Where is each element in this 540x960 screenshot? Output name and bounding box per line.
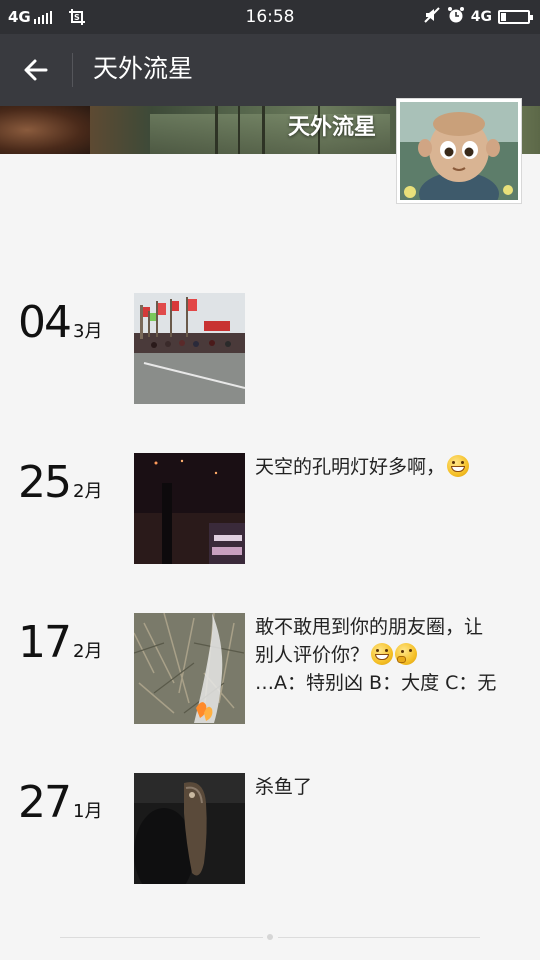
post-thumbnail[interactable]: [134, 773, 245, 884]
status-bar: 4G S 16:58 4G: [0, 0, 540, 34]
footer-divider-left: [60, 937, 263, 938]
post-month: 2月: [73, 481, 103, 502]
grin-emoji: [447, 455, 470, 477]
back-button[interactable]: [14, 50, 58, 90]
post-thumbnail[interactable]: [134, 453, 245, 564]
post-text-line: 天空的孔明灯好多啊，: [255, 456, 446, 478]
battery-icon: [498, 10, 533, 24]
thinking-emoji: [395, 643, 418, 665]
post-text-line: 杀鱼了: [255, 776, 313, 798]
footer-divider-right: [278, 937, 480, 938]
post-month: 1月: [73, 801, 103, 822]
mute-icon: [423, 6, 441, 28]
post-text: 敢不敢甩到你的朋友圈，让 别人评价你？ …A：特别凶 B：大度 C：无: [255, 613, 517, 697]
post-text-line: 敢不敢甩到你的朋友圈，让: [255, 616, 484, 638]
nav-divider: [72, 53, 73, 87]
post-day: 17: [18, 617, 72, 668]
arrow-left-icon: [24, 59, 48, 81]
post-text-line: …A：特别凶 B：大度 C：无: [255, 672, 497, 694]
status-right: 4G: [423, 5, 533, 29]
timeline-post[interactable]: 17 2月 敢不敢甩到你的朋友圈，让 别人评价你？ …A：特别凶 B：大度 C：…: [0, 613, 540, 725]
post-thumbnail[interactable]: [134, 293, 245, 404]
post-month: 3月: [73, 321, 103, 342]
timeline-post[interactable]: 04 3月: [0, 293, 540, 405]
cover-username: 天外流星: [287, 115, 376, 140]
post-date: 25 2月: [18, 453, 102, 513]
post-thumbnail[interactable]: [134, 613, 245, 724]
page-title: 天外流星: [93, 54, 194, 83]
post-day: 04: [18, 297, 72, 348]
avatar-image: [400, 102, 518, 200]
timeline-post[interactable]: 27 1月 杀鱼了: [0, 773, 540, 885]
post-text: 天空的孔明灯好多啊，: [255, 453, 517, 481]
post-date: 04 3月: [18, 293, 102, 353]
post-date: 27 1月: [18, 773, 102, 833]
post-text-line: 别人评价你？: [255, 644, 370, 666]
network-type-right-label: 4G: [470, 9, 492, 25]
alarm-icon: [447, 6, 465, 28]
post-day: 25: [18, 457, 72, 508]
post-month: 2月: [73, 641, 103, 662]
avatar[interactable]: [396, 98, 522, 204]
timeline-post[interactable]: 25 2月 天空的孔明灯好多啊，: [0, 453, 540, 565]
post-date: 17 2月: [18, 613, 102, 673]
footer-dot: [267, 934, 273, 940]
post-text: 杀鱼了: [255, 773, 517, 801]
nav-bar: 天外流星: [0, 34, 540, 106]
grin-emoji: [371, 643, 394, 665]
post-day: 27: [18, 777, 72, 828]
